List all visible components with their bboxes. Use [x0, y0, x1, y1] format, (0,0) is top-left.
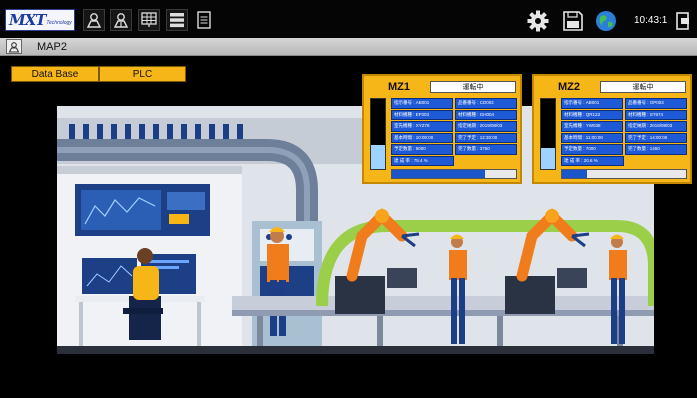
machine-name: MZ1: [388, 81, 410, 93]
list-icon: [170, 13, 184, 28]
progress-fill: [562, 170, 587, 178]
user-group-icon: [113, 13, 129, 28]
info-row: 材料機種 : QR123 材料機種 : ST674: [561, 109, 687, 120]
gear-icon: [527, 10, 549, 32]
progress-bar: [391, 169, 517, 179]
info-cell: 室先機種 : XYZ78: [391, 121, 453, 132]
material-level-fill: [371, 144, 385, 169]
database-button[interactable]: Data Base: [11, 66, 99, 82]
page-title: MAP2: [37, 41, 67, 53]
machine-info-grid: 指示番号 : AB001 品番番号 : CD002 材料機種 : EF003 材料機種…: [391, 98, 517, 167]
info-cell: 材料機種 : EF003: [391, 109, 453, 120]
info-cell: 予定数量 : 7000: [561, 144, 623, 155]
info-row: 室先機種 : XYZ78 指定納期 : 2019/08/03: [391, 121, 517, 132]
info-cell: [456, 156, 517, 167]
info-cell: 完了予定 : 12:30:00: [455, 132, 517, 143]
machine-name: MZ2: [558, 81, 580, 93]
plc-button[interactable]: PLC: [99, 66, 186, 82]
info-cell: 達 成 率 : 75.4 %: [391, 155, 454, 166]
logout-button[interactable]: [672, 9, 696, 33]
info-row: 材料機種 : EF003 材料機種 : GH004: [391, 109, 517, 120]
progress-bar: [561, 169, 687, 179]
info-row: 基本時間 : 10:00:00 完了予定 : 12:30:00: [391, 132, 517, 143]
info-row: 達 成 率 : 75.4 %: [391, 155, 517, 167]
list-button[interactable]: [166, 9, 188, 31]
material-level-gauge: [540, 98, 556, 170]
logo-text: MXT: [9, 11, 46, 29]
map-screen-icon: [6, 39, 22, 54]
material-level-fill: [541, 148, 555, 169]
top-toolbar: MXT Technology 10:43:1: [0, 0, 697, 38]
info-cell: 品番番号 : OP003: [625, 98, 687, 109]
info-row: 予定数量 : 5000 完了数量 : 3750: [391, 144, 517, 155]
material-level-gauge: [370, 98, 386, 170]
info-cell: 予定数量 : 5000: [391, 144, 453, 155]
info-cell: 完了予定 : 14:00:00: [625, 132, 687, 143]
logout-icon: [676, 12, 689, 30]
info-cell: 基本時間 : 10:00:00: [391, 132, 453, 143]
info-cell: 指示番号 : AB001: [561, 98, 623, 109]
info-cell: 指示番号 : AB001: [391, 98, 453, 109]
info-cell: 室先機種 : YW038: [561, 121, 623, 132]
floppy-icon: [563, 11, 583, 31]
info-cell: [626, 156, 687, 167]
info-cell: 達 成 率 : 20.6 %: [561, 155, 624, 166]
users-icon: [86, 13, 102, 28]
language-button[interactable]: [594, 9, 618, 33]
info-cell: 完了数量 : 1450: [625, 144, 687, 155]
machine-panel-mz1[interactable]: MZ1 運転中 指示番号 : AB001 品番番号 : CD002 材料機種 : E…: [362, 74, 522, 184]
info-cell: 品番番号 : CD002: [455, 98, 517, 109]
machine-status: 運転中: [600, 81, 686, 93]
info-row: 指示番号 : AB001 品番番号 : CD002: [391, 98, 517, 109]
info-row: 予定数量 : 7000 完了数量 : 1450: [561, 144, 687, 155]
info-cell: 基本時間 : 11:00:00: [561, 132, 623, 143]
info-cell: 完了数量 : 3750: [455, 144, 517, 155]
main-area: Data Base PLC MZ1 運転中 指示番号: AB001 品番番号 …: [0, 56, 697, 398]
monitor-grid-icon: [141, 12, 157, 27]
monitor-grid-button[interactable]: [138, 9, 160, 31]
info-row: 達 成 率 : 20.6 %: [561, 155, 687, 167]
users-button[interactable]: [83, 9, 105, 31]
clock-time: 10:43:1: [634, 15, 668, 26]
info-row: 室先機種 : YW038 指定納期 : 2019/08/03: [561, 121, 687, 132]
machine-info-grid: 指示番号 : AB001 品番番号 : OP003 材料機種 : QR123 材料機種…: [561, 98, 687, 167]
info-row: 基本時間 : 11:00:00 完了予定 : 14:00:00: [561, 132, 687, 143]
progress-fill: [392, 170, 485, 178]
info-cell: 材料機種 : GH004: [455, 109, 517, 120]
logo-subtext: Technology: [46, 19, 72, 26]
globe-icon: [596, 11, 616, 31]
settings-button[interactable]: [526, 9, 550, 33]
info-row: 指示番号 : AB001 品番番号 : OP003: [561, 98, 687, 109]
info-cell: 指定納期 : 2019/08/03: [455, 121, 517, 132]
document-button[interactable]: [193, 9, 215, 31]
user-group-button[interactable]: [110, 9, 132, 31]
machine-panel-mz2[interactable]: MZ2 運転中 指示番号 : AB001 品番番号 : OP003 材料機種 : Q…: [532, 74, 692, 184]
company-logo: MXT Technology: [5, 9, 75, 31]
screen-title-bar: MAP2: [0, 38, 697, 56]
save-data-button[interactable]: [561, 9, 585, 33]
info-cell: 材料機種 : QR123: [561, 109, 623, 120]
info-cell: 材料機種 : ST674: [625, 109, 687, 120]
info-cell: 指定納期 : 2019/08/03: [625, 121, 687, 132]
machine-status: 運転中: [430, 81, 516, 93]
document-icon: [197, 11, 211, 29]
